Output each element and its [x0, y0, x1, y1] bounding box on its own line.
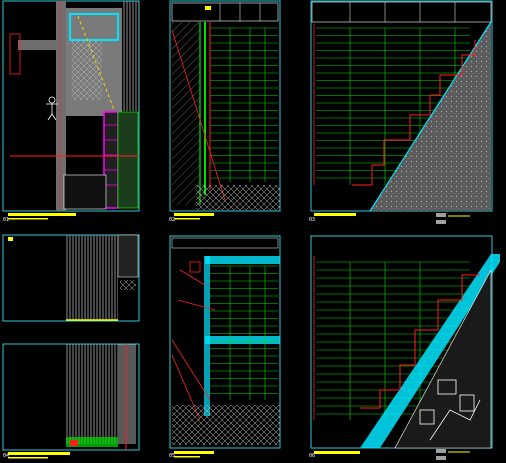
panel-section-stair: [310, 0, 493, 224]
panel-number-5: 05: [168, 453, 176, 459]
panel-number-2: 02: [168, 217, 176, 223]
cad-drawing-sheet: [2, 0, 500, 460]
panel-number-1: 01: [2, 217, 10, 223]
panel-number-6: 06: [308, 453, 316, 459]
panel-section-joint: [169, 235, 281, 458]
panel-section-left: [169, 0, 281, 220]
panel-number-3: 03: [308, 217, 316, 223]
panel-facade-detail: [2, 234, 140, 459]
panel-number-4: 04: [2, 453, 10, 459]
panel-plan-elevation: [2, 0, 140, 220]
panel-section-diagonal: [310, 235, 500, 460]
